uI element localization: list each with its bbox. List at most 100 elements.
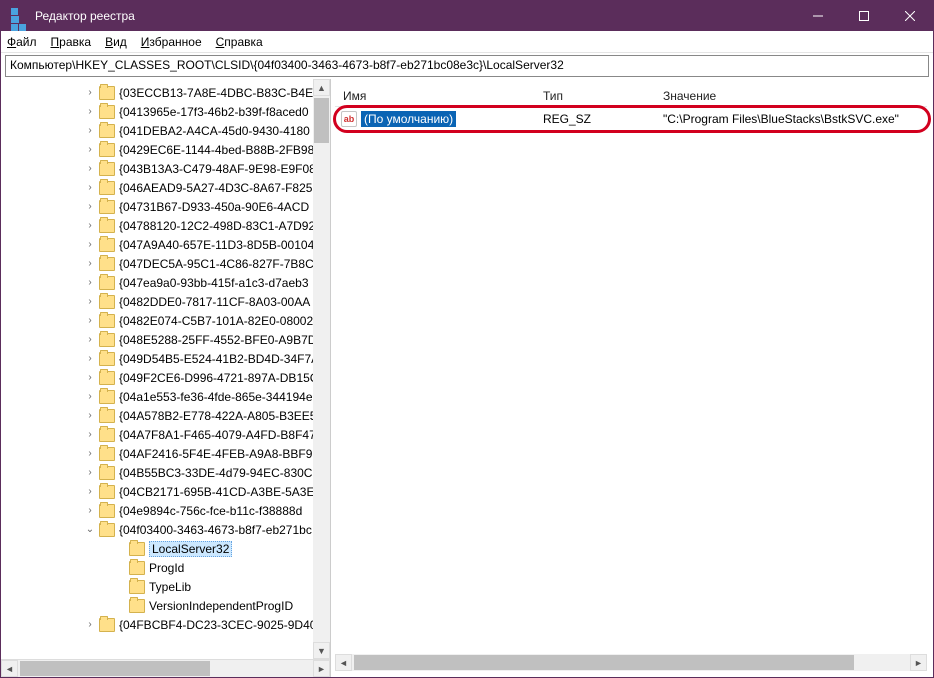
folder-icon — [99, 352, 115, 366]
value-row[interactable]: ab (По умолчанию) REG_SZ "C:\Program Fil… — [335, 109, 927, 129]
chevron-right-icon[interactable]: › — [83, 352, 97, 366]
scroll-up-button[interactable]: ▲ — [313, 79, 330, 96]
scroll-thumb[interactable] — [314, 98, 329, 143]
chevron-right-icon[interactable]: › — [83, 485, 97, 499]
tree-item[interactable]: ⌄{04f03400-3463-4673-b8f7-eb271bc — [1, 520, 330, 539]
chevron-right-icon[interactable]: › — [83, 390, 97, 404]
column-name[interactable]: Имя — [335, 89, 535, 103]
tree-item[interactable]: ›{04B55BC3-33DE-4d79-94EC-830C — [1, 463, 330, 482]
tree-item[interactable]: ›{04FBCBF4-DC23-3CEC-9025-9D40 — [1, 615, 330, 634]
tree-vertical-scrollbar[interactable]: ▲ ▼ — [313, 79, 330, 659]
address-bar[interactable]: Компьютер\HKEY_CLASSES_ROOT\CLSID\{04f03… — [5, 55, 929, 77]
menu-favorites[interactable]: Избранное — [141, 35, 202, 49]
tree-item[interactable]: ›{04AF2416-5F4E-4FEB-A9A8-BBF9 — [1, 444, 330, 463]
scroll-thumb[interactable] — [354, 655, 854, 670]
menu-help[interactable]: Справка — [216, 35, 263, 49]
folder-icon — [99, 390, 115, 404]
chevron-right-icon[interactable]: › — [83, 238, 97, 252]
scroll-track[interactable] — [18, 660, 313, 677]
tree-item[interactable]: ›{03ECCB13-7A8E-4DBC-B83C-B4E9 — [1, 83, 330, 102]
tree-item[interactable]: ›{046AEAD9-5A27-4D3C-8A67-F825 — [1, 178, 330, 197]
tree-item[interactable]: ›{047DEC5A-95C1-4C86-827F-7B8C — [1, 254, 330, 273]
scroll-thumb[interactable] — [20, 661, 210, 676]
chevron-right-icon[interactable]: › — [83, 333, 97, 347]
column-value[interactable]: Значение — [655, 89, 927, 103]
tree-item[interactable]: ›{04CB2171-695B-41CD-A3BE-5A3E8 — [1, 482, 330, 501]
tree-item[interactable]: › {04A7F8A1-F465-4079-A4FD-B8F47 — [1, 425, 330, 444]
scroll-left-button[interactable]: ◄ — [1, 660, 18, 677]
titlebar[interactable]: Редактор реестра — [1, 1, 933, 31]
tree-item[interactable]: ›{04788120-12C2-498D-83C1-A7D92 — [1, 216, 330, 235]
tree-item[interactable]: VersionIndependentProgID — [1, 596, 330, 615]
chevron-right-icon[interactable]: › — [83, 124, 97, 138]
values-horizontal-scrollbar[interactable]: ◄ ► — [335, 654, 927, 671]
chevron-right-icon[interactable]: › — [83, 504, 97, 518]
chevron-down-icon[interactable]: ⌄ — [83, 523, 97, 537]
tree-item-label: {04A7F8A1-F465-4079-A4FD-B8F47 — [119, 428, 316, 442]
chevron-right-icon[interactable]: › — [83, 447, 97, 461]
chevron-right-icon[interactable]: › — [83, 371, 97, 385]
tree-item[interactable]: ProgId — [1, 558, 330, 577]
tree-body[interactable]: ›{03ECCB13-7A8E-4DBC-B83C-B4E9›{0413965e… — [1, 79, 330, 659]
scroll-track[interactable] — [313, 96, 330, 642]
tree-item[interactable]: ›{04e9894c-756c-fce-b11c-f38888d — [1, 501, 330, 520]
scroll-track[interactable] — [352, 654, 910, 671]
value-name: (По умолчанию) — [361, 111, 456, 127]
tree-item[interactable]: ›{049D54B5-E524-41B2-BD4D-34F7A — [1, 349, 330, 368]
chevron-right-icon[interactable]: › — [83, 162, 97, 176]
tree-item-label: {04A578B2-E778-422A-A805-B3EE5 — [119, 409, 316, 423]
scroll-left-button[interactable]: ◄ — [335, 654, 352, 671]
value-type-cell: REG_SZ — [535, 112, 655, 126]
folder-icon — [99, 314, 115, 328]
chevron-right-icon[interactable]: › — [83, 428, 97, 442]
chevron-right-icon[interactable]: › — [83, 105, 97, 119]
close-button[interactable] — [887, 1, 933, 31]
tree-item[interactable]: › {04A578B2-E778-422A-A805-B3EE5 — [1, 406, 330, 425]
chevron-right-icon[interactable]: › — [83, 219, 97, 233]
tree-item[interactable]: ›{049F2CE6-D996-4721-897A-DB15C — [1, 368, 330, 387]
chevron-right-icon[interactable]: › — [83, 466, 97, 480]
chevron-right-icon[interactable]: › — [83, 276, 97, 290]
tree-item-label: {047ea9a0-93bb-415f-a1c3-d7aeb3 — [119, 276, 309, 290]
value-name-cell[interactable]: ab (По умолчанию) — [335, 111, 535, 127]
tree-item-label: {0482DDE0-7817-11CF-8A03-00AA — [119, 295, 310, 309]
tree-item[interactable]: TypeLib — [1, 577, 330, 596]
tree-item[interactable]: › {047ea9a0-93bb-415f-a1c3-d7aeb3 — [1, 273, 330, 292]
menu-view[interactable]: Вид — [105, 35, 127, 49]
scroll-right-button[interactable]: ► — [910, 654, 927, 671]
chevron-right-icon[interactable]: › — [83, 257, 97, 271]
chevron-right-icon[interactable]: › — [83, 409, 97, 423]
tree-horizontal-scrollbar[interactable]: ◄ ► — [1, 660, 330, 677]
tree-item[interactable]: › {043B13A3-C479-48AF-9E98-E9F08 — [1, 159, 330, 178]
values-header[interactable]: Имя Тип Значение — [335, 85, 927, 107]
tree-item[interactable]: ›{0413965e-17f3-46b2-b39f-f8aced0 — [1, 102, 330, 121]
chevron-right-icon[interactable]: › — [83, 295, 97, 309]
scroll-right-button[interactable]: ► — [313, 660, 330, 677]
maximize-button[interactable] — [841, 1, 887, 31]
tree-item-label: {043B13A3-C479-48AF-9E98-E9F08 — [119, 162, 316, 176]
folder-icon — [99, 124, 115, 138]
chevron-right-icon[interactable]: › — [83, 200, 97, 214]
column-type[interactable]: Тип — [535, 89, 655, 103]
menu-file[interactable]: Файл — [7, 35, 37, 49]
tree-item[interactable]: ›{0429EC6E-1144-4bed-B88B-2FB98 — [1, 140, 330, 159]
tree-item[interactable]: ›{047A9A40-657E-11D3-8D5B-00104 — [1, 235, 330, 254]
chevron-right-icon[interactable]: › — [83, 143, 97, 157]
tree-item[interactable]: ›{048E5288-25FF-4552-BFE0-A9B7D — [1, 330, 330, 349]
tree-item-label: {04731B67-D933-450a-90E6-4ACD — [119, 200, 309, 214]
chevron-right-icon[interactable]: › — [83, 314, 97, 328]
tree-item[interactable]: ›{041DEBA2-A4CA-45d0-9430-4180 — [1, 121, 330, 140]
tree-item[interactable]: ›{0482E074-C5B7-101A-82E0-08002 — [1, 311, 330, 330]
tree-item[interactable]: › {04731B67-D933-450a-90E6-4ACD — [1, 197, 330, 216]
tree-item[interactable]: › {0482DDE0-7817-11CF-8A03-00AA — [1, 292, 330, 311]
values-body[interactable]: ab (По умолчанию) REG_SZ "C:\Program Fil… — [335, 107, 927, 671]
chevron-right-icon[interactable]: › — [83, 181, 97, 195]
minimize-button[interactable] — [795, 1, 841, 31]
chevron-right-icon[interactable]: › — [83, 86, 97, 100]
tree-item[interactable]: ›{04a1e553-fe36-4fde-865e-344194e — [1, 387, 330, 406]
tree-item[interactable]: LocalServer32 — [1, 539, 330, 558]
scroll-down-button[interactable]: ▼ — [313, 642, 330, 659]
folder-icon — [99, 200, 115, 214]
menu-edit[interactable]: Правка — [51, 35, 92, 49]
chevron-right-icon[interactable]: › — [83, 618, 97, 632]
